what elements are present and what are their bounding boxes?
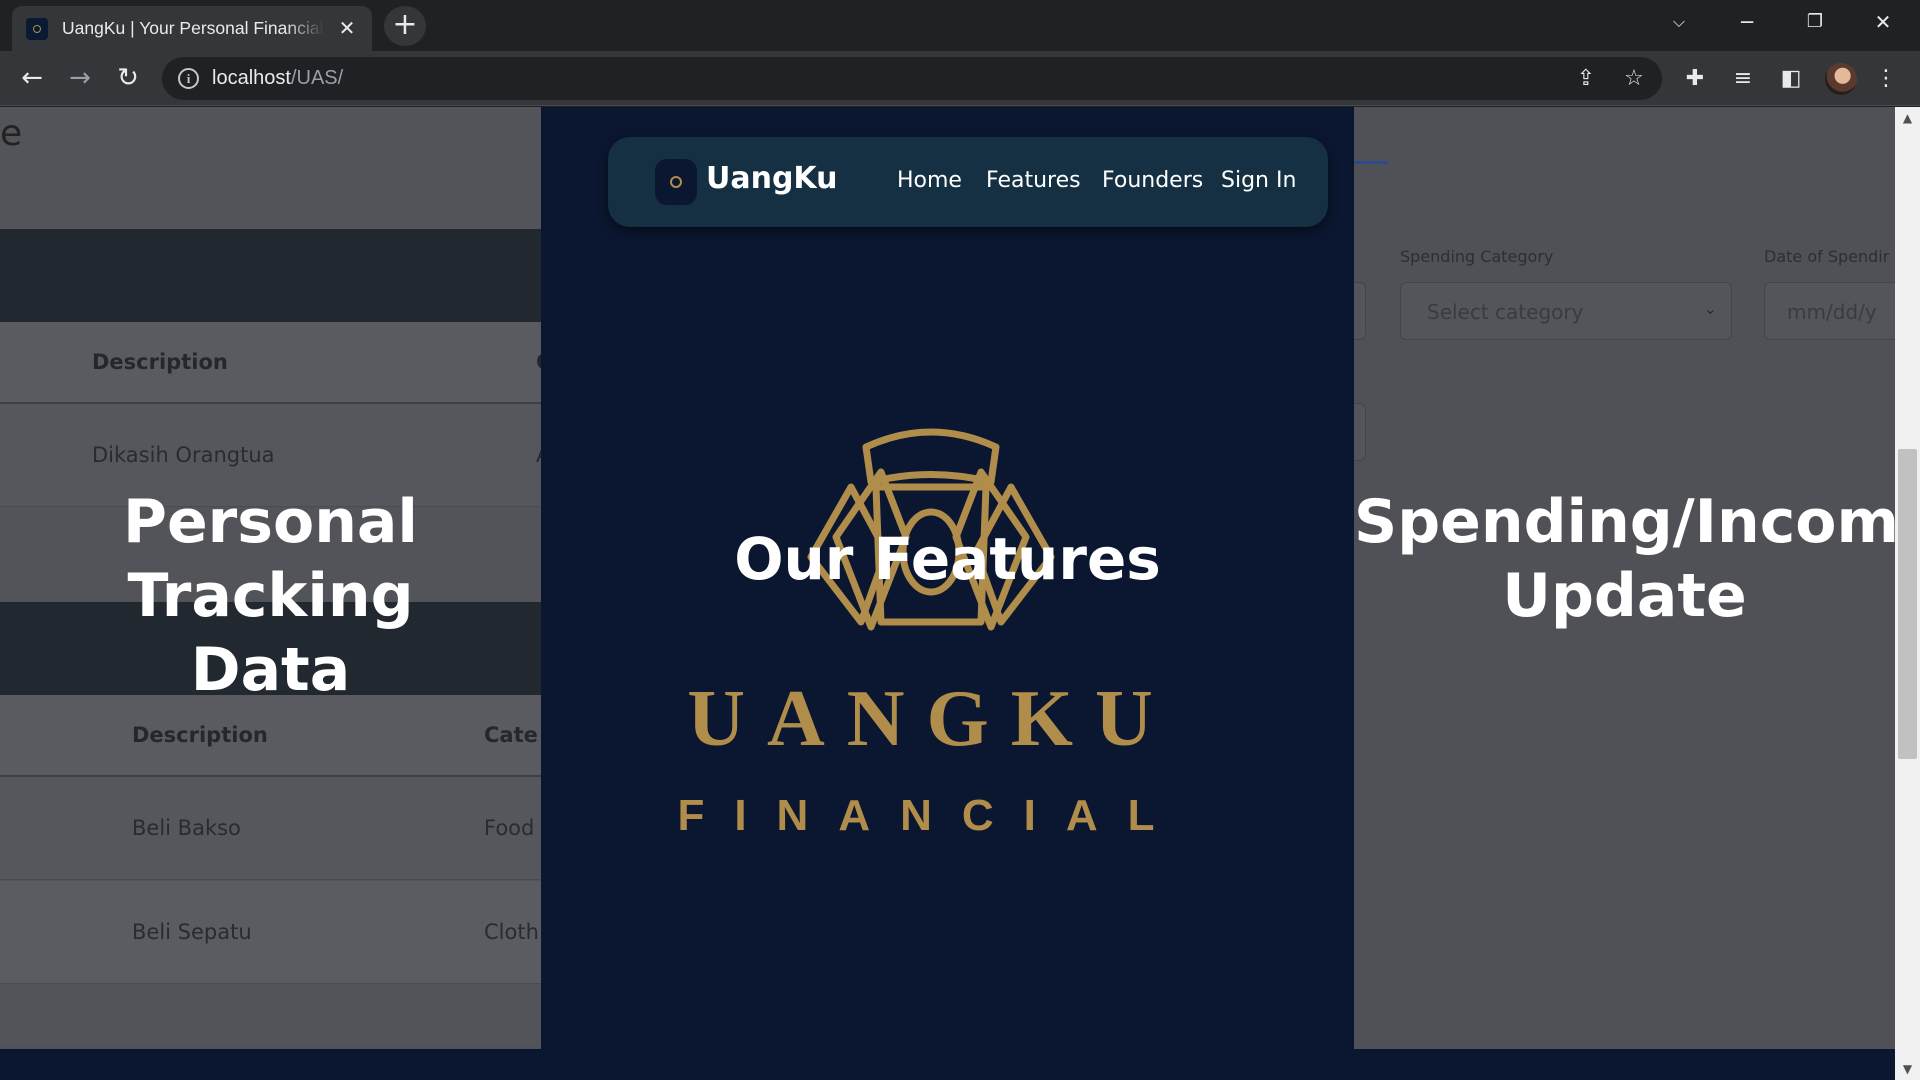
browser-tab[interactable]: UangKu | Your Personal Financial ✕ [12,6,372,51]
title-line-2: Data [190,635,351,705]
features-heading: Our Features [734,525,1161,593]
col-header-description: Description [132,723,268,747]
cell-description: Beli Bakso [132,816,241,840]
browser-toolbar: ← → ↻ i localhost/UAS/ ⇪ ☆ ✚ ≡ ◧ ⋮ [0,51,1920,106]
cell-category: Cloth [484,920,539,944]
tab-strip: UangKu | Your Personal Financial ✕ + ⌵ ─… [0,0,1920,51]
page-scrollbar[interactable]: ▲ ▼ [1895,107,1920,1080]
bookmark-star-icon[interactable]: ☆ [1620,65,1648,93]
date-placeholder: mm/dd/y [1787,300,1877,324]
close-tab-icon[interactable]: ✕ [336,18,358,38]
income-table-header: Description C [0,322,541,404]
brand-logo-icon[interactable] [655,159,697,205]
income-table-band [0,229,541,322]
features-card: UangKu Home Features Founders Sign In UA… [541,107,1354,1049]
col-header-description: Description [92,350,228,374]
spending-table-header: Description Cate [0,695,541,777]
personal-tracking-title: Personal Tracking Data [0,485,541,707]
cell-description: Beli Sepatu [132,920,252,944]
nav-link-founders[interactable]: Founders [1102,168,1203,193]
media-queue-icon[interactable]: ≡ [1727,63,1759,95]
uangku-logo: UANGKU FINANCIAL [677,428,1184,837]
date-label: Date of Spendir [1764,247,1890,266]
cell-description: Dikasih Orangtua [92,443,275,467]
close-window-icon[interactable]: ✕ [1849,0,1917,44]
date-input[interactable]: mm/dd/y [1764,282,1895,340]
personal-tracking-panel[interactable]: e Description C Dikasih Orangtua A Descr… [0,107,541,1047]
footer-strip [0,1049,1895,1080]
scroll-down-arrow-icon[interactable]: ▼ [1895,1058,1920,1080]
site-navbar: UangKu Home Features Founders Sign In [608,137,1328,227]
brand-name[interactable]: UangKu [706,161,838,196]
url-host: localhost [212,67,291,89]
table-row: Beli Sepatu Cloth [0,881,541,984]
category-placeholder: Select category [1427,300,1584,324]
new-tab-button[interactable]: + [384,6,426,46]
address-bar[interactable]: i localhost/UAS/ ⇪ ☆ [162,57,1662,100]
category-label: Spending Category [1400,247,1554,266]
extensions-icon[interactable]: ✚ [1679,63,1711,95]
favicon-icon [26,17,48,40]
table-row: Beli Bakso Food [0,777,541,880]
menu-kebab-icon[interactable]: ⋮ [1870,63,1902,95]
share-icon[interactable]: ⇪ [1572,65,1600,93]
url-path: /UAS/ [290,67,344,89]
page-viewport: e Description C Dikasih Orangtua A Descr… [0,107,1895,1080]
nav-link-features[interactable]: Features [986,168,1081,193]
section-heading-fragment: e [0,113,23,154]
tab-search-icon[interactable]: ⌵ [1645,0,1713,44]
col-header-category: Cate [484,723,538,747]
heading-underline [1354,161,1388,164]
url-text[interactable]: localhost/UAS/ [212,67,343,90]
title-line-1: Personal Tracking [123,487,418,631]
logo-word: UANGKU [687,675,1175,763]
amount-input-edge[interactable] [1354,282,1366,340]
reload-icon[interactable]: ↻ [108,59,148,99]
category-select[interactable]: Select category ⌄ [1400,282,1732,340]
forward-icon[interactable]: → [60,59,100,99]
spending-update-title: Spending/Income Update [1354,485,1895,633]
description-input-edge[interactable] [1354,403,1366,461]
scroll-up-arrow-icon[interactable]: ▲ [1895,107,1920,129]
spending-update-panel[interactable]: Spending Category Select category ⌄ Date… [1354,107,1895,1047]
title-line-1: Spending/Income [1354,487,1895,557]
side-panel-icon[interactable]: ◧ [1775,63,1807,95]
nav-link-sign-in[interactable]: Sign In [1221,168,1296,193]
scroll-thumb[interactable] [1898,449,1917,759]
tab-title: UangKu | Your Personal Financial [62,18,324,38]
title-line-2: Update [1502,561,1747,631]
minimize-icon[interactable]: ─ [1713,0,1781,44]
profile-avatar[interactable] [1825,63,1857,95]
logo-subword: FINANCIAL [677,791,1184,837]
site-info-icon[interactable]: i [178,68,199,89]
chevron-down-icon: ⌄ [1703,299,1717,318]
back-icon[interactable]: ← [12,59,52,99]
restore-icon[interactable]: ❐ [1781,0,1849,44]
nav-link-home[interactable]: Home [897,168,962,193]
cell-category: Food [484,816,535,840]
